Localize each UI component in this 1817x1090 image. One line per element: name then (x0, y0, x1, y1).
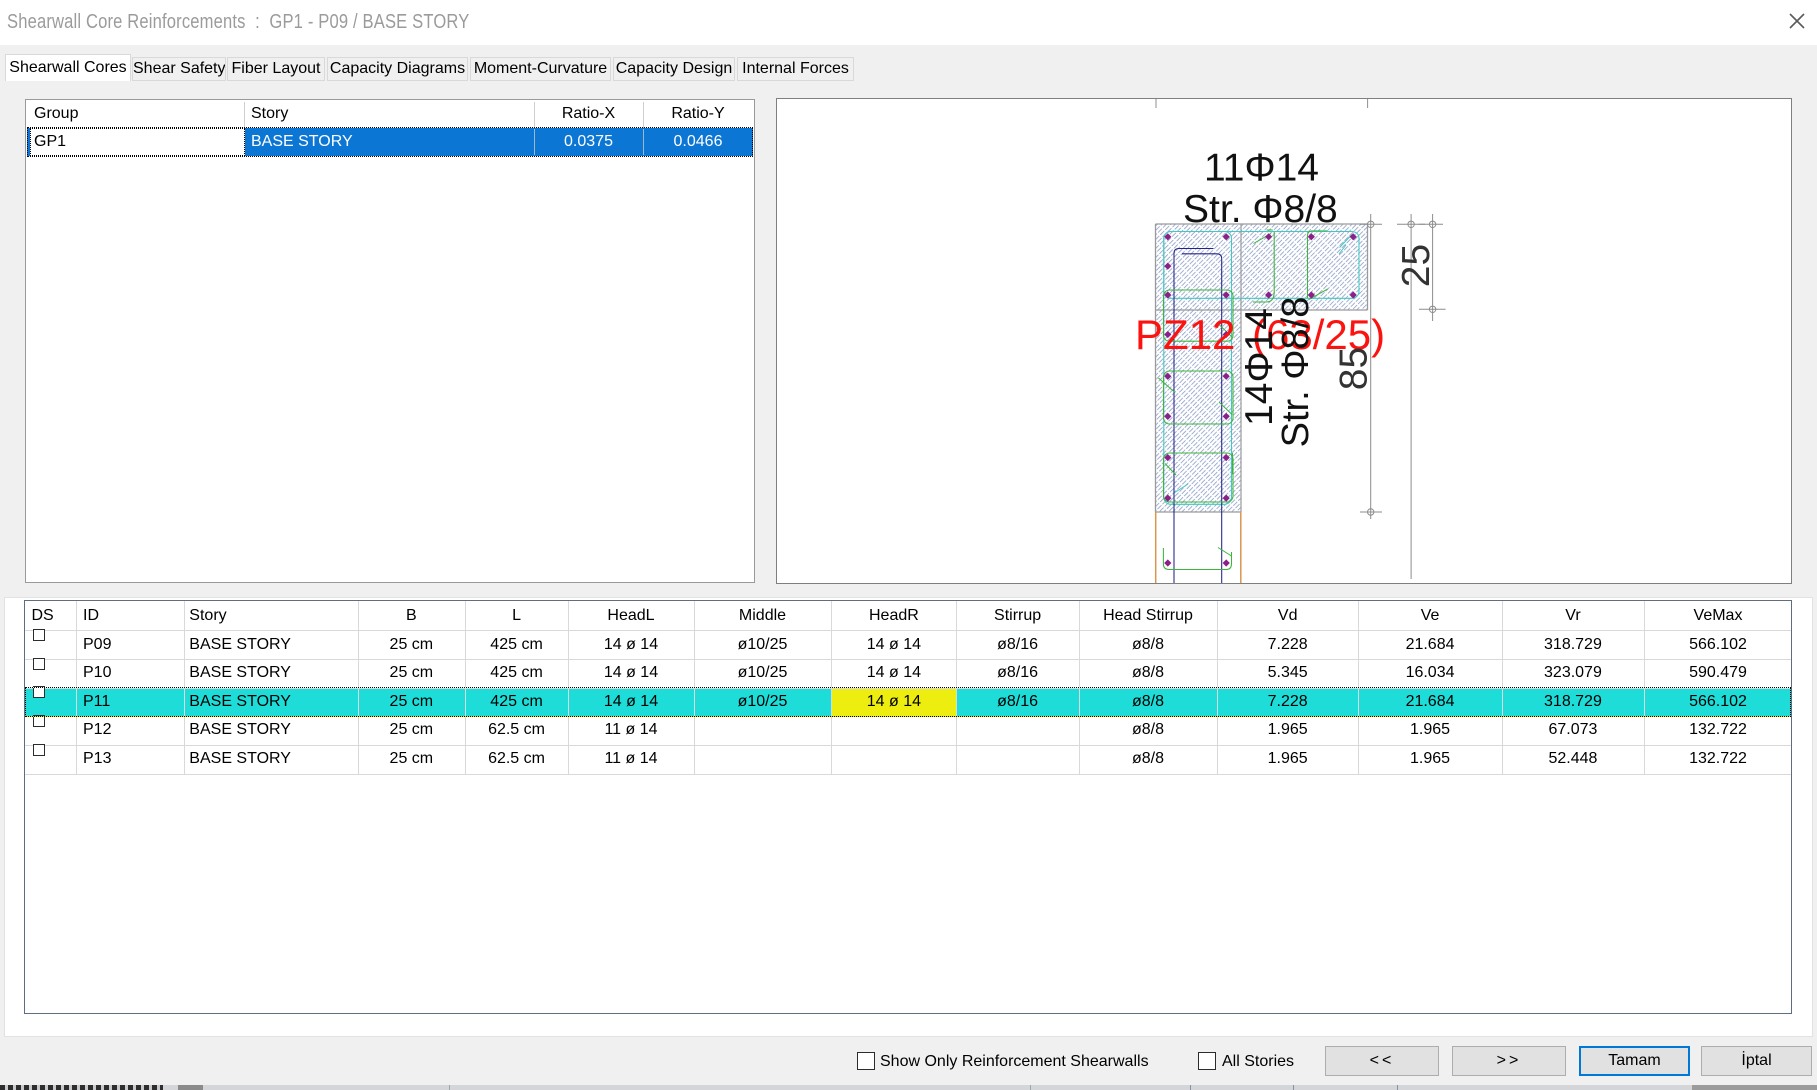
svg-text:PZ12: PZ12 (1135, 311, 1235, 358)
svg-text:Str. Φ8/8: Str. Φ8/8 (1275, 297, 1317, 448)
svg-text:Str. Φ8/8: Str. Φ8/8 (1183, 188, 1338, 231)
svg-text:85: 85 (1332, 347, 1375, 390)
svg-text:25: 25 (1395, 244, 1438, 287)
svg-text:11Φ14: 11Φ14 (1204, 147, 1319, 190)
